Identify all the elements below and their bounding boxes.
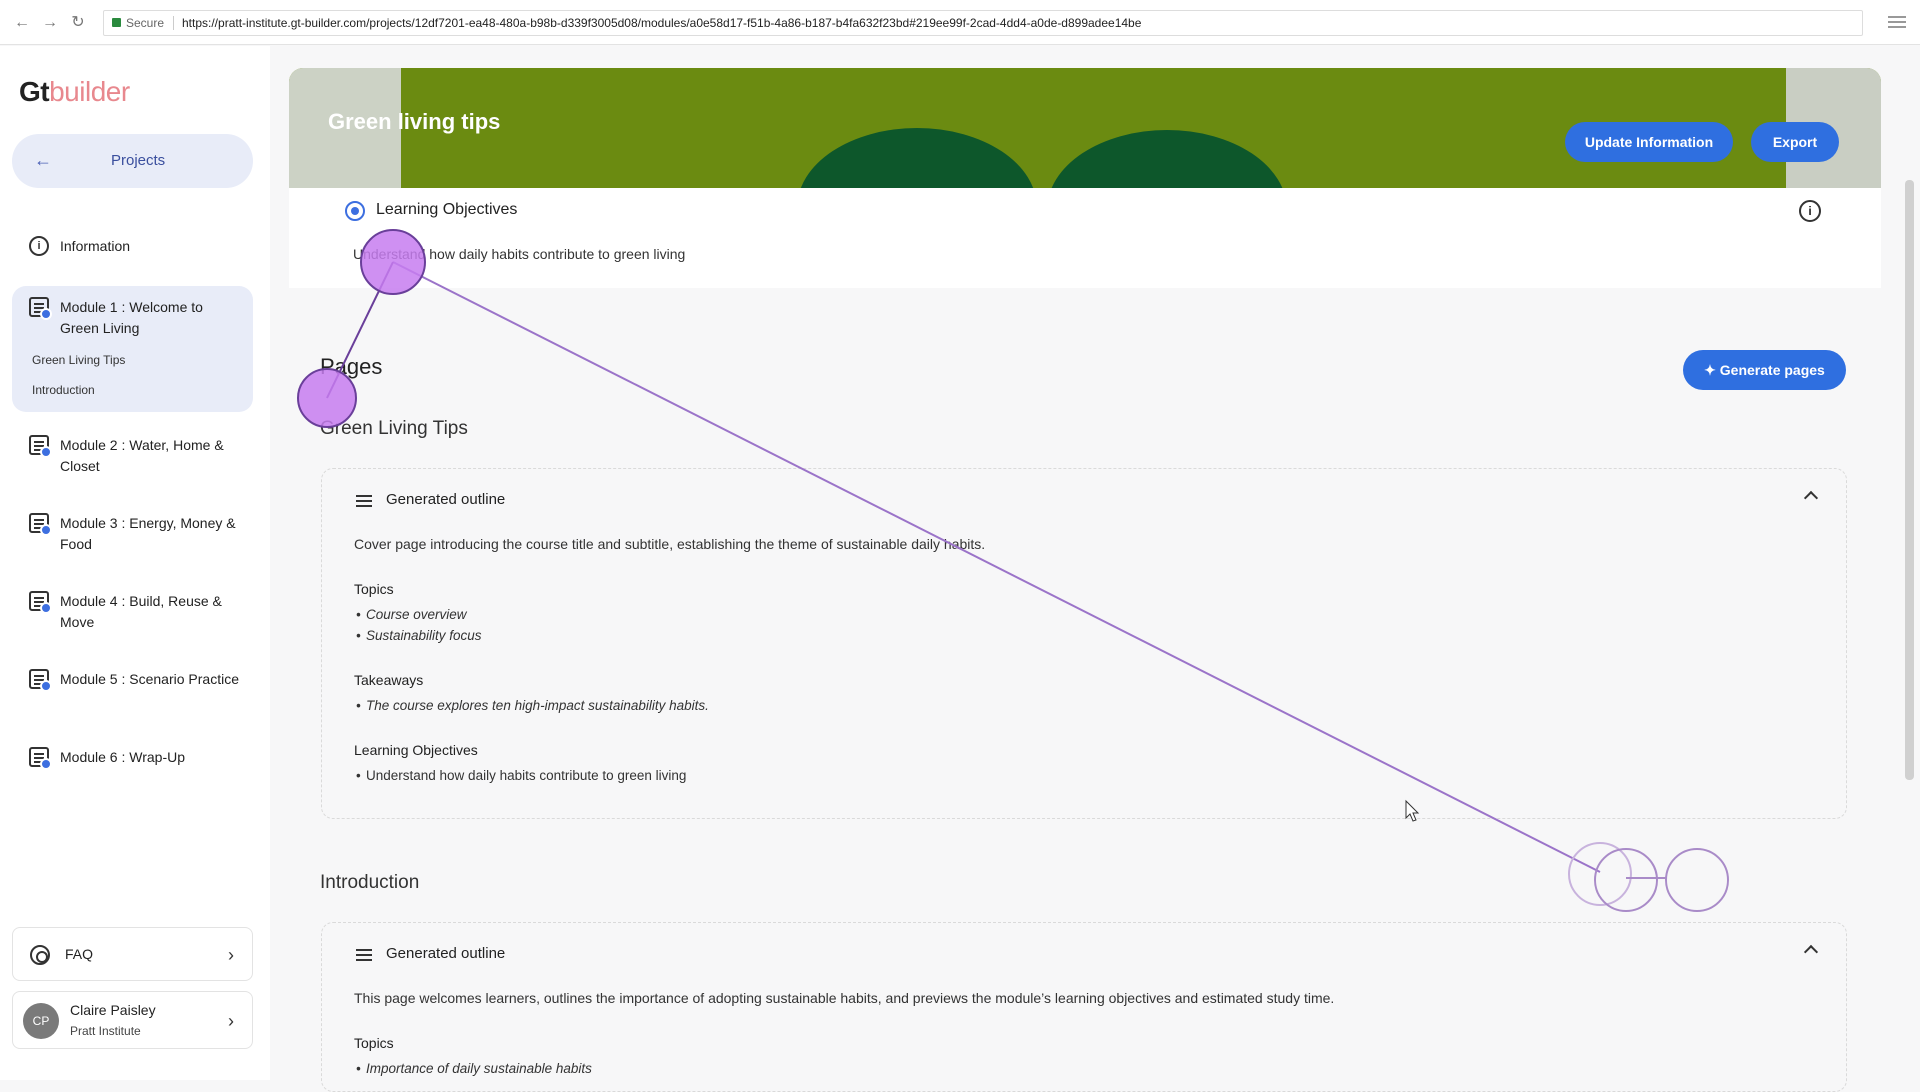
update-information-button[interactable]: Update Information xyxy=(1565,122,1733,162)
module-icon xyxy=(29,747,52,770)
topics-label: Topics xyxy=(354,1035,394,1051)
info-icon[interactable]: i xyxy=(1799,200,1821,222)
module-icon xyxy=(29,435,52,458)
objectives-label: Learning Objectives xyxy=(354,742,478,758)
sidebar-item-label: Module 2 : Water, Home & Closet xyxy=(60,437,224,474)
chevron-up-icon[interactable] xyxy=(1803,944,1819,960)
touch-point-ring xyxy=(1665,848,1729,912)
touch-point-ring xyxy=(1594,848,1658,912)
list-item: Understand how daily habits contribute t… xyxy=(356,768,686,783)
list-item: Course overview xyxy=(356,607,467,622)
list-item: Sustainability focus xyxy=(356,628,482,643)
sidebar-item-label: Module 6 : Wrap-Up xyxy=(60,749,186,765)
topics-label: Topics xyxy=(354,581,394,597)
objective-item: Understand how daily habits contribute t… xyxy=(353,246,686,262)
app-logo[interactable]: Gtbuilder xyxy=(19,76,130,108)
sidebar-item-label: Module 1 : Welcome to Green Living xyxy=(60,299,203,336)
outline-description: Cover page introducing the course title … xyxy=(354,536,986,552)
url-text[interactable]: https://pratt-institute.gt-builder.com/p… xyxy=(182,11,1141,35)
generated-outline-card: Generated outline Cover page introducing… xyxy=(321,468,1847,819)
back-icon[interactable]: ← xyxy=(12,13,32,33)
learning-objectives-card: Learning Objectives i Understand how dai… xyxy=(289,188,1881,288)
learning-objectives-title: Learning Objectives xyxy=(376,201,518,218)
sidebar-subpage-green-living-tips[interactable]: Green Living Tips xyxy=(32,353,125,367)
sidebar-item-label: Information xyxy=(60,238,131,254)
module-hero-banner: Green living tips Update Information Exp… xyxy=(289,68,1881,188)
generated-outline-card: Generated outline This page welcomes lea… xyxy=(321,922,1847,1092)
sidebar-subpage-introduction[interactable]: Introduction xyxy=(32,383,95,397)
list-item: The course explores ten high-impact sust… xyxy=(356,698,709,713)
secure-label: Secure xyxy=(126,16,165,30)
module-icon xyxy=(29,513,52,536)
user-name: Claire Paisley xyxy=(70,1002,156,1018)
projects-button[interactable]: ← Projects xyxy=(12,134,253,188)
sidebar-item-label: Module 3 : Energy, Money & Food xyxy=(60,515,236,552)
forward-icon[interactable]: → xyxy=(40,13,60,33)
url-bar[interactable]: Secure https://pratt-institute.gt-builde… xyxy=(103,10,1863,36)
page-title: Green living tips xyxy=(328,109,501,134)
sidebar-item-label: Module 4 : Build, Reuse & Move xyxy=(60,593,222,630)
section-title-green-living-tips: Green Living Tips xyxy=(320,418,468,439)
module-icon xyxy=(29,297,52,320)
generate-pages-button[interactable]: ✦ Generate pages xyxy=(1683,350,1846,390)
module-icon xyxy=(29,591,52,614)
sidebar: Gtbuilder ← Projects i Information Modul… xyxy=(0,46,270,1080)
touch-point-ring xyxy=(1568,842,1632,906)
sidebar-item-label: Module 5 : Scenario Practice xyxy=(60,671,239,687)
back-arrow-icon: ← xyxy=(34,150,52,170)
outline-title: Generated outline xyxy=(386,945,506,962)
faq-label: FAQ xyxy=(65,946,94,962)
user-org: Pratt Institute xyxy=(70,1024,141,1038)
outline-title: Generated outline xyxy=(386,491,506,508)
section-title-introduction: Introduction xyxy=(320,872,420,893)
url-divider xyxy=(173,16,174,30)
module-icon xyxy=(29,669,52,692)
export-button[interactable]: Export xyxy=(1751,122,1839,162)
lock-icon xyxy=(112,18,121,27)
browser-menu-icon[interactable] xyxy=(1888,16,1906,28)
faq-button[interactable]: FAQ › xyxy=(12,927,253,981)
projects-label: Projects xyxy=(111,152,166,169)
chevron-right-icon: › xyxy=(228,1011,234,1031)
list-icon xyxy=(356,949,372,963)
sparkle-icon: ✦ xyxy=(1704,362,1720,378)
chevron-up-icon[interactable] xyxy=(1803,490,1819,506)
user-profile-button[interactable]: CP Claire Paisley Pratt Institute › xyxy=(12,991,253,1049)
page-scrollbar[interactable] xyxy=(1905,180,1914,780)
list-icon xyxy=(356,495,372,509)
generate-pages-label: Generate pages xyxy=(1719,362,1825,378)
avatar: CP xyxy=(23,1003,59,1039)
pages-heading: Pages xyxy=(320,354,383,379)
outline-description: This page welcomes learners, outlines th… xyxy=(354,990,1335,1006)
reload-icon[interactable]: ↻ xyxy=(68,13,88,33)
browser-toolbar: ← → ↻ Secure https://pratt-institute.gt-… xyxy=(0,0,1920,45)
target-icon xyxy=(345,201,365,221)
chevron-right-icon: › xyxy=(228,945,234,965)
takeaways-label: Takeaways xyxy=(354,672,424,688)
lifebuoy-icon xyxy=(30,945,50,965)
info-icon: i xyxy=(29,236,49,256)
list-item: Importance of daily sustainable habits xyxy=(356,1061,592,1076)
